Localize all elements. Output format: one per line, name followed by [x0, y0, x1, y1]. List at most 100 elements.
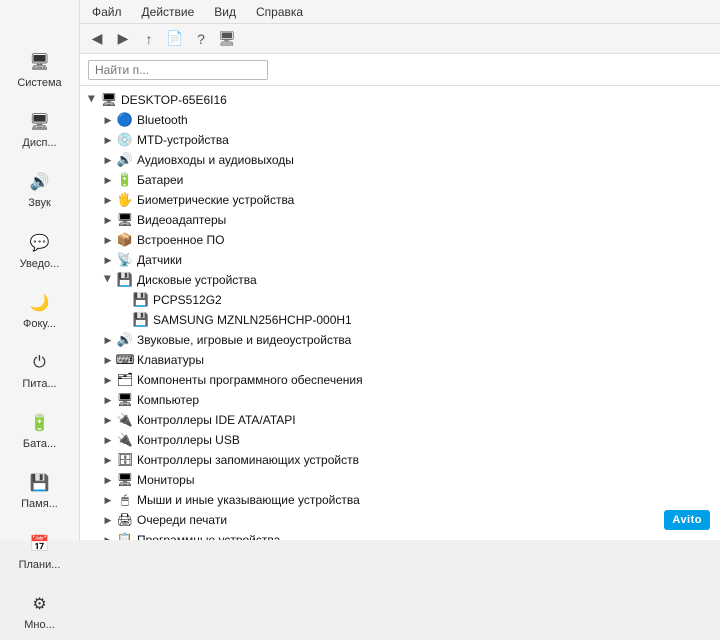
tree-item-mon[interactable]: ▶ 🖥 Мониторы — [80, 470, 720, 490]
root-icon: 🖥 — [100, 91, 118, 109]
expand-bt-icon: ▶ — [100, 112, 116, 128]
tree-item-bat[interactable]: ▶ 🔋 Батареи — [80, 170, 720, 190]
sidebar-label-3: Уведо... — [20, 258, 60, 271]
icon-video: 🖥 — [116, 211, 134, 229]
expand-print-icon: ▶ — [100, 512, 116, 528]
menu-item-справка[interactable]: Справка — [252, 4, 307, 20]
root-label: DESKTOP-65E6I16 — [121, 93, 227, 107]
sidebar-item-8[interactable]: 📅 Плани... — [4, 524, 75, 580]
sidebar-item-5[interactable]: ⏻ Пита... — [4, 343, 75, 399]
sidebar-item-2[interactable]: 🔊 Звук — [4, 162, 75, 218]
sidebar-icon-6: 🔋 — [28, 411, 52, 435]
tree-item-sensor[interactable]: ▶ 📡 Датчики — [80, 250, 720, 270]
tree-item-firm[interactable]: ▶ 📦 Встроенное ПО — [80, 230, 720, 250]
up-button[interactable]: ↑ — [138, 28, 160, 50]
sidebar-item-1[interactable]: 🖥 Дисп... — [4, 102, 75, 158]
sidebar-item-3[interactable]: 💬 Уведо... — [4, 223, 75, 279]
label-mtd: MTD-устройства — [137, 133, 229, 147]
icon-sensor: 📡 — [116, 251, 134, 269]
tree-item-sw[interactable]: ▶ 🗂 Компоненты программного обеспечения — [80, 370, 720, 390]
tree-item-pc[interactable]: ▶ 🖥 Компьютер — [80, 390, 720, 410]
tree-item-kbd[interactable]: ▶ ⌨ Клавиатуры — [80, 350, 720, 370]
expand-disk-icon: ▶ — [100, 271, 116, 287]
sidebar: 🖥 Система 🖥 Дисп... 🔊 Звук 💬 Уведо... 🌙 … — [0, 0, 80, 540]
monitor-button[interactable]: 🖥 — [216, 28, 238, 50]
device-tree: ▶ 🖥 DESKTOP-65E6I16 ▶ 🔵 Bluetooth ▶ 💿 MT… — [80, 86, 720, 540]
main-panel: ФайлДействиеВидСправка ◀▶↑📄?🖥 ▶ 🖥 DESKTO… — [80, 0, 720, 540]
tree-item-bio[interactable]: ▶ 🖐 Биометрические устройства — [80, 190, 720, 210]
icon-stor: 🗄 — [116, 451, 134, 469]
tree-item-sound[interactable]: ▶ 🔊 Звуковые, игровые и видеоустройства — [80, 330, 720, 350]
sidebar-label-4: Фоку... — [23, 318, 56, 331]
sidebar-icon-9: ⚙ — [28, 592, 52, 616]
search-input[interactable] — [88, 60, 268, 80]
tree-item-bt[interactable]: ▶ 🔵 Bluetooth — [80, 110, 720, 130]
expand-firm-icon: ▶ — [100, 232, 116, 248]
icon-usb: 🔌 — [116, 431, 134, 449]
menu-item-действие[interactable]: Действие — [138, 4, 199, 20]
label-video: Видеоадаптеры — [137, 213, 226, 227]
expand-ide-icon: ▶ — [100, 412, 116, 428]
menu-item-файл[interactable]: Файл — [88, 4, 126, 20]
tree-item-print[interactable]: ▶ 🖨 Очереди печати — [80, 510, 720, 530]
label-bat: Батареи — [137, 173, 183, 187]
sidebar-label-9: Мно... — [24, 619, 55, 632]
back-button[interactable]: ◀ — [86, 28, 108, 50]
tree-item-prog[interactable]: ▶ 📋 Программные устройства — [80, 530, 720, 540]
label-sensor: Датчики — [137, 253, 182, 267]
properties-button[interactable]: 📄 — [164, 28, 186, 50]
sidebar-icon-5: ⏻ — [28, 351, 52, 375]
sidebar-label-1: Дисп... — [22, 137, 56, 150]
sidebar-item-7[interactable]: 💾 Памя... — [4, 463, 75, 519]
sidebar-label-0: Система — [17, 77, 61, 90]
label-mon: Мониторы — [137, 473, 194, 487]
label-usb: Контроллеры USB — [137, 433, 240, 447]
avito-watermark: Avito — [664, 510, 710, 530]
label-disk2: SAMSUNG MZNLN256HCHP-000H1 — [153, 313, 352, 327]
tree-root[interactable]: ▶ 🖥 DESKTOP-65E6I16 — [80, 90, 720, 110]
sidebar-icon-3: 💬 — [28, 231, 52, 255]
sidebar-item-6[interactable]: 🔋 Бата... — [4, 403, 75, 459]
tree-item-disk1[interactable]: 💾 PCPS512G2 — [80, 290, 720, 310]
tree-item-video[interactable]: ▶ 🖥 Видеоадаптеры — [80, 210, 720, 230]
icon-bio: 🖐 — [116, 191, 134, 209]
tree-item-stor[interactable]: ▶ 🗄 Контроллеры запоминающих устройств — [80, 450, 720, 470]
label-sw: Компоненты программного обеспечения — [137, 373, 363, 387]
sidebar-label-8: Плани... — [19, 559, 61, 572]
menu-item-вид[interactable]: Вид — [210, 4, 240, 20]
expand-mtd-icon: ▶ — [100, 132, 116, 148]
expand-root-icon: ▶ — [84, 91, 100, 107]
tree-item-mtd[interactable]: ▶ 💿 MTD-устройства — [80, 130, 720, 150]
tree-item-mouse[interactable]: ▶ 🖱 Мыши и иные указывающие устройства — [80, 490, 720, 510]
icon-disk2: 💾 — [132, 311, 150, 329]
sidebar-label-5: Пита... — [22, 378, 56, 391]
menubar: Файл Действие Вид Справка — [80, 0, 720, 24]
sidebar-icon-2: 🔊 — [28, 170, 52, 194]
icon-print: 🖨 — [116, 511, 134, 529]
sidebar-item-4[interactable]: 🌙 Фоку... — [4, 283, 75, 339]
help-button[interactable]: ? — [190, 28, 212, 50]
forward-button[interactable]: ▶ — [112, 28, 134, 50]
label-ide: Контроллеры IDE ATA/ATAPI — [137, 413, 296, 427]
tree-item-usb[interactable]: ▶ 🔌 Контроллеры USB — [80, 430, 720, 450]
sidebar-item-9[interactable]: ⚙ Мно... — [4, 584, 75, 640]
label-bt: Bluetooth — [137, 113, 188, 127]
label-bio: Биометрические устройства — [137, 193, 294, 207]
label-pc: Компьютер — [137, 393, 199, 407]
label-disk: Дисковые устройства — [137, 273, 257, 287]
label-kbd: Клавиатуры — [137, 353, 204, 367]
tree-item-disk2[interactable]: 💾 SAMSUNG MZNLN256HCHP-000H1 — [80, 310, 720, 330]
label-sound: Звуковые, игровые и видеоустройства — [137, 333, 351, 347]
tree-item-ide[interactable]: ▶ 🔌 Контроллеры IDE ATA/ATAPI — [80, 410, 720, 430]
tree-item-audio[interactable]: ▶ 🔊 Аудиовходы и аудиовыходы — [80, 150, 720, 170]
icon-disk1: 💾 — [132, 291, 150, 309]
sidebar-label-2: Звук — [28, 197, 51, 210]
icon-ide: 🔌 — [116, 411, 134, 429]
label-firm: Встроенное ПО — [137, 233, 224, 247]
sidebar-icon-8: 📅 — [28, 532, 52, 556]
sidebar-item-0[interactable]: 🖥 Система — [4, 42, 75, 98]
tree-item-disk[interactable]: ▶ 💾 Дисковые устройства — [80, 270, 720, 290]
icon-disk: 💾 — [116, 271, 134, 289]
expand-sw-icon: ▶ — [100, 372, 116, 388]
expand-sensor-icon: ▶ — [100, 252, 116, 268]
